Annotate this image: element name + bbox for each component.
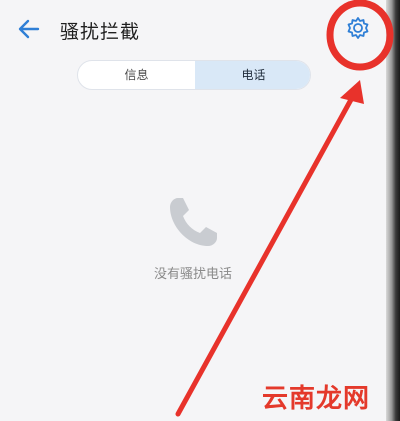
annotation-overlay (175, 0, 394, 417)
watermark-logo: 云南龙网 (262, 384, 371, 414)
annotation-arrow (175, 80, 364, 417)
highlight-circle (326, 0, 394, 71)
